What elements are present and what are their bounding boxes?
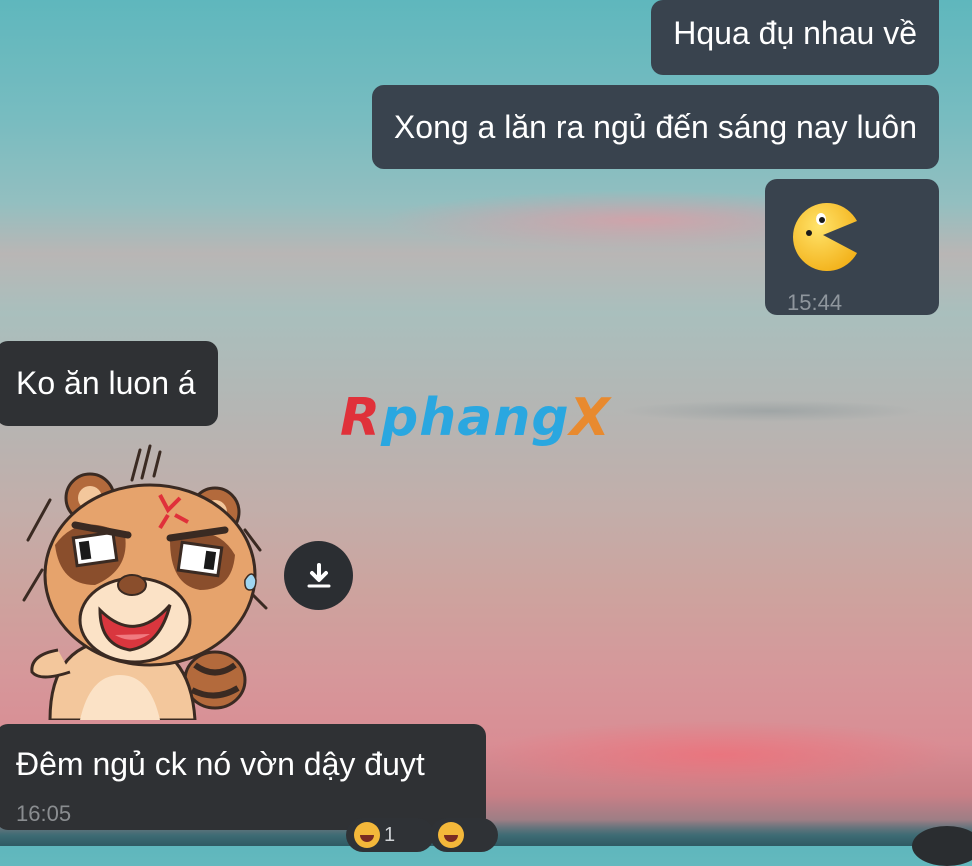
reaction-count: 1 xyxy=(384,823,396,846)
message-text: Đêm ngủ ck nó vờn dậy đuyt xyxy=(16,746,425,782)
pacman-sticker-icon xyxy=(793,203,857,271)
message-text: Ko ăn luon á xyxy=(16,365,196,401)
download-icon xyxy=(307,562,330,587)
message-text: Hqua đụ nhau về xyxy=(673,15,917,51)
watermark-logo: RphangX xyxy=(340,388,611,448)
message-timestamp: 16:05 xyxy=(16,801,72,826)
add-reaction-button[interactable] xyxy=(430,818,498,852)
background-cloud xyxy=(480,720,960,790)
sent-sticker-bubble[interactable]: 15:44 xyxy=(765,179,939,315)
watermark-part: phang xyxy=(381,388,570,448)
received-message-bubble[interactable]: Đêm ngủ ck nó vờn dậy đuyt 16:05 xyxy=(0,724,486,830)
laughing-crying-emoji-icon xyxy=(354,822,380,848)
message-timestamp: 15:44 xyxy=(787,290,843,315)
watermark-part: X xyxy=(569,388,611,448)
angry-raccoon-sticker[interactable] xyxy=(20,440,280,720)
sent-message-bubble[interactable]: Xong a lăn ra ngủ đến sáng nay luôn xyxy=(371,85,939,169)
received-message-bubble[interactable]: Ko ăn luon á xyxy=(0,341,218,426)
laughing-crying-emoji-icon xyxy=(438,822,464,848)
message-text: Xong a lăn ra ngủ đến sáng nay luôn xyxy=(393,109,917,145)
background-cloud xyxy=(620,400,920,422)
download-button[interactable] xyxy=(284,541,353,610)
scroll-button[interactable] xyxy=(912,826,972,866)
reaction-chip[interactable]: 1 xyxy=(346,818,434,852)
watermark-part: R xyxy=(340,388,382,448)
sent-message-bubble[interactable]: Hqua đụ nhau về xyxy=(651,0,939,75)
